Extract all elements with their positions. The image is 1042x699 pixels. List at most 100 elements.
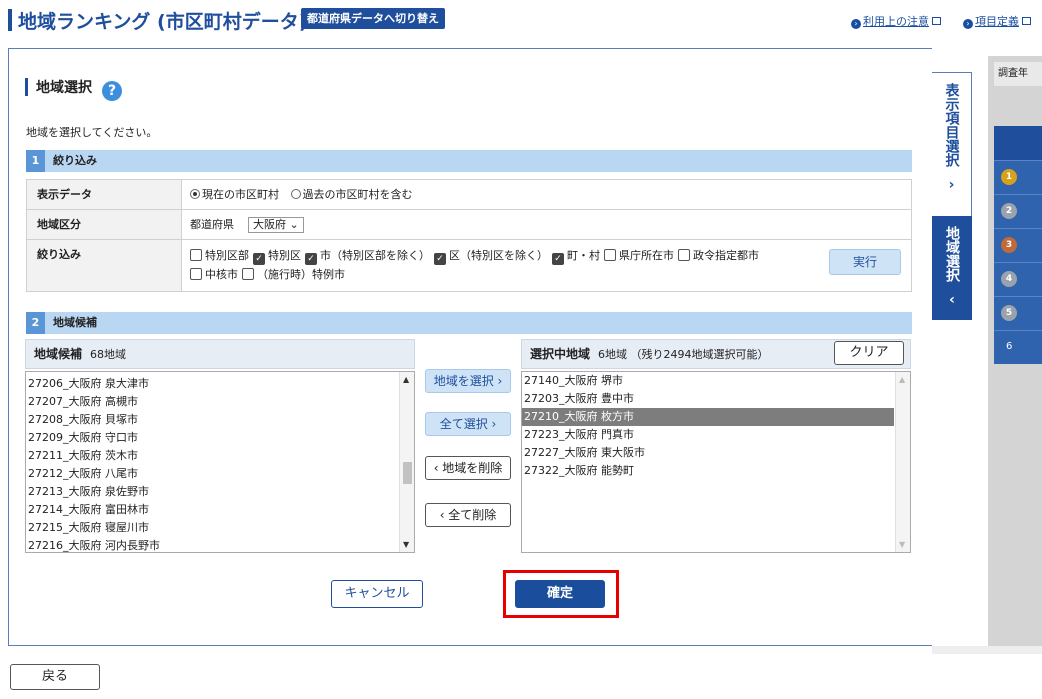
list-item[interactable]: 27227_大阪府 東大阪市 bbox=[522, 444, 894, 462]
filter-checkbox-option[interactable]: （施行時）特例市 bbox=[242, 268, 345, 281]
side-panel: 調査年 1 2 3 4 5 6 表示項目選択 › 地域選択 ‹ bbox=[932, 48, 1042, 646]
filter-label: 絞り込み bbox=[26, 239, 182, 292]
checkbox[interactable] bbox=[678, 249, 690, 261]
list-item[interactable]: 27322_大阪府 能勢町 bbox=[522, 462, 894, 480]
checkbox[interactable] bbox=[190, 268, 202, 280]
instruction-text: 地域を選択してください。 bbox=[26, 126, 158, 139]
medal-icon: 2 bbox=[1001, 203, 1017, 219]
selected-scrollbar[interactable]: ▲ ▼ bbox=[895, 372, 910, 552]
switch-to-prefecture-button[interactable]: 都道府県データへ切り替え bbox=[301, 8, 445, 29]
selected-listbox[interactable]: 27140_大阪府 堺市 27203_大阪府 豊中市 27210_大阪府 枚方市 27… bbox=[521, 371, 911, 553]
step-label: 絞り込み bbox=[53, 154, 97, 167]
checkbox[interactable] bbox=[242, 268, 254, 280]
filter-checkbox-option[interactable]: 特別区部 bbox=[190, 249, 249, 262]
list-item[interactable]: 27207_大阪府 高槻市 bbox=[26, 393, 398, 411]
display-data-label: 表示データ bbox=[26, 179, 182, 210]
checkbox-label: 市（特別区部を除く） bbox=[320, 249, 430, 262]
medal-icon: 5 bbox=[1001, 305, 1017, 321]
filter-checkbox-option[interactable]: ✓ 町・村 bbox=[552, 249, 600, 265]
cancel-button[interactable]: キャンセル bbox=[331, 580, 423, 608]
list-item[interactable]: 27211_大阪府 茨木市 bbox=[26, 447, 398, 465]
delete-region-button[interactable]: ‹ 地域を削除 bbox=[425, 456, 511, 480]
ranking-header bbox=[994, 126, 1042, 160]
filter-checkbox-option[interactable]: ✓ 区（特別区を除く） bbox=[434, 249, 548, 265]
arrow-circle-icon: › bbox=[851, 19, 861, 29]
radio-past-label: 過去の市区町村を含む bbox=[302, 188, 413, 201]
scroll-up-icon[interactable]: ▲ bbox=[403, 375, 409, 384]
delete-all-button[interactable]: ‹ 全て削除 bbox=[425, 503, 511, 527]
execute-button[interactable]: 実行 bbox=[829, 249, 901, 275]
checkbox[interactable]: ✓ bbox=[305, 253, 317, 265]
select-all-button[interactable]: 全て選択 › bbox=[425, 412, 511, 436]
chevron-right-icon: › bbox=[948, 177, 955, 193]
prefecture-label: 都道府県 bbox=[190, 218, 234, 231]
checkbox[interactable] bbox=[190, 249, 202, 261]
scroll-thumb[interactable] bbox=[403, 462, 412, 484]
radio-past-option[interactable]: 過去の市区町村を含む bbox=[290, 188, 413, 201]
list-item[interactable]: 27213_大阪府 泉佐野市 bbox=[26, 483, 398, 501]
scroll-up-icon[interactable]: ▲ bbox=[899, 375, 905, 384]
medal-icon: 3 bbox=[1001, 237, 1017, 253]
list-item[interactable]: 27208_大阪府 貝塚市 bbox=[26, 411, 398, 429]
filter-checkbox-option[interactable]: 中核市 bbox=[190, 268, 238, 281]
filter-checkbox-option[interactable]: ✓ 市（特別区部を除く） bbox=[305, 249, 430, 265]
list-item[interactable]: 27212_大阪府 八尾市 bbox=[26, 465, 398, 483]
clear-button[interactable]: クリア bbox=[834, 341, 904, 365]
page-title: 地域ランキング (市区町村データ) bbox=[18, 11, 308, 33]
list-item[interactable]: 27223_大阪府 門真市 bbox=[522, 426, 894, 444]
candidates-listbox[interactable]: 27206_大阪府 泉大津市 27207_大阪府 高槻市 27208_大阪府 貝塚市… bbox=[25, 371, 415, 553]
candidates-count: 68地域 bbox=[90, 348, 127, 361]
scroll-down-icon[interactable]: ▼ bbox=[403, 540, 409, 549]
radio-current-option[interactable]: 現在の市区町村 bbox=[190, 188, 279, 201]
list-item[interactable]: 27203_大阪府 豊中市 bbox=[522, 390, 894, 408]
scroll-down-icon[interactable]: ▼ bbox=[899, 540, 905, 549]
list-item[interactable]: 27215_大阪府 寝屋川市 bbox=[26, 519, 398, 537]
step-number: 1 bbox=[26, 150, 45, 172]
step-1-header: 1 絞り込み bbox=[26, 150, 912, 172]
section-title: 地域選択? bbox=[25, 77, 122, 101]
select-region-button[interactable]: 地域を選択 › bbox=[425, 369, 511, 393]
title-accent-bar bbox=[8, 9, 12, 31]
checkbox[interactable]: ✓ bbox=[552, 253, 564, 265]
checkbox-label: （施行時）特例市 bbox=[257, 268, 345, 281]
tab-region-select-label: 地域選択 bbox=[944, 226, 960, 282]
list-item[interactable]: 27206_大阪府 泉大津市 bbox=[26, 375, 398, 393]
filter-checkbox-group: 特別区部 ✓ 特別区 ✓ 市（特別区部を除く） ✓ 区（特別区を除く） ✓ 町・村 県庁所在市 政令… bbox=[190, 249, 763, 281]
ranking-row: 1 bbox=[994, 160, 1042, 194]
filter-checkbox-option[interactable]: 政令指定都市 bbox=[678, 249, 759, 262]
list-item[interactable]: 27210_大阪府 枚方市 bbox=[522, 408, 894, 426]
tab-region-select[interactable]: 地域選択 ‹ bbox=[932, 216, 972, 320]
radio-button[interactable] bbox=[290, 189, 301, 199]
checkbox-label: 特別区 bbox=[268, 249, 301, 262]
side-bottom-strip bbox=[932, 646, 1042, 654]
tab-display-items-label: 表示項目選択 bbox=[943, 83, 960, 167]
prefecture-select[interactable]: 大阪府 ⌄ bbox=[248, 217, 304, 233]
help-icon[interactable]: ? bbox=[102, 81, 122, 101]
caution-link[interactable]: › 利用上の注意 bbox=[851, 13, 941, 29]
back-button[interactable]: 戻る bbox=[10, 664, 100, 690]
section-title-text: 地域選択 bbox=[36, 80, 92, 96]
selected-count: 6地域 （残り2494地域選択可能） bbox=[598, 348, 769, 361]
candidates-header: 地域候補 68地域 bbox=[25, 339, 415, 369]
list-item[interactable]: 27214_大阪府 富田林市 bbox=[26, 501, 398, 519]
radio-current-label: 現在の市区町村 bbox=[202, 188, 279, 201]
definition-link-label: 項目定義 bbox=[975, 15, 1019, 28]
filter-checkbox-option[interactable]: ✓ 特別区 bbox=[253, 249, 301, 265]
candidates-scrollbar[interactable]: ▲ ▼ bbox=[399, 372, 414, 552]
new-window-icon bbox=[932, 17, 941, 25]
caution-link-label: 利用上の注意 bbox=[863, 15, 929, 28]
new-window-icon bbox=[1022, 17, 1031, 25]
checkbox[interactable] bbox=[604, 249, 616, 261]
filter-checkbox-option[interactable]: 県庁所在市 bbox=[604, 249, 674, 262]
radio-button[interactable] bbox=[190, 189, 200, 199]
step-2-header: 2 地域候補 bbox=[26, 312, 912, 334]
checkbox[interactable]: ✓ bbox=[253, 253, 265, 265]
checkbox-label: 特別区部 bbox=[205, 249, 249, 262]
ranking-row: 2 bbox=[994, 194, 1042, 228]
list-item[interactable]: 27209_大阪府 守口市 bbox=[26, 429, 398, 447]
list-item[interactable]: 27140_大阪府 堺市 bbox=[522, 372, 894, 390]
list-item[interactable]: 27216_大阪府 河内長野市 bbox=[26, 537, 398, 552]
checkbox[interactable]: ✓ bbox=[434, 253, 446, 265]
definition-link[interactable]: › 項目定義 bbox=[963, 13, 1031, 29]
confirm-button[interactable]: 確定 bbox=[515, 580, 605, 608]
